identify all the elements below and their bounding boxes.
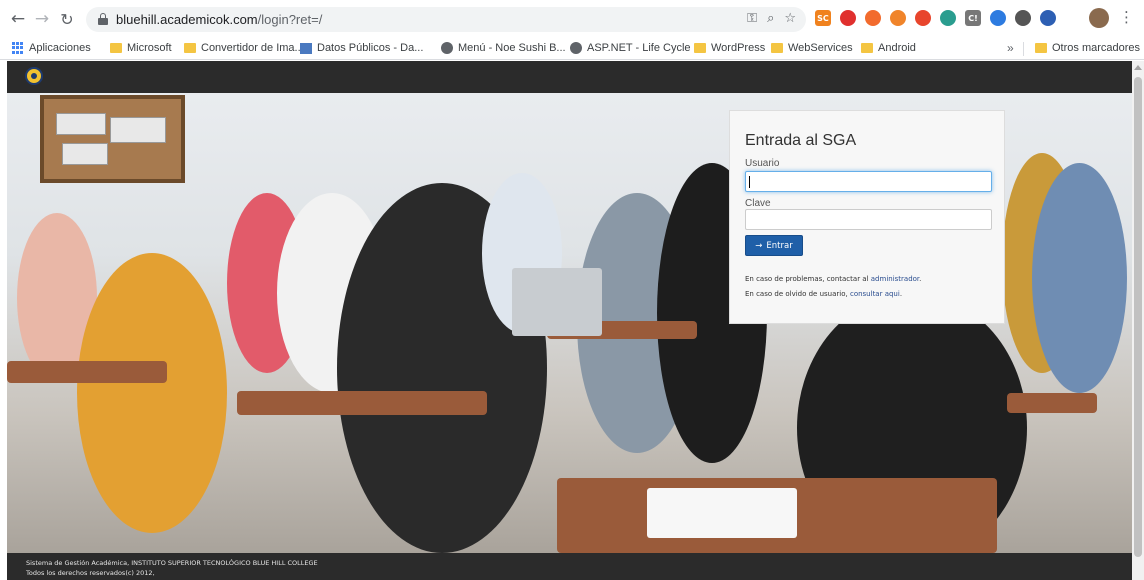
reload-icon[interactable]: ↻ <box>56 8 78 30</box>
forward-arrow-icon[interactable]: → <box>31 8 53 30</box>
extensions-row: SC C! <box>815 10 1056 26</box>
help-forgot-text: En caso de olvido de usuario, consultar … <box>745 290 902 298</box>
administrator-link[interactable]: administrador <box>871 275 919 283</box>
folder-icon <box>1035 43 1047 53</box>
page-scrollbar[interactable] <box>1132 61 1144 580</box>
help-forgot-suffix: . <box>899 290 903 298</box>
bookmark-label: Convertidor de Ima... <box>201 42 304 54</box>
navy-extension-icon[interactable] <box>1040 10 1056 26</box>
bookmarks-bar: Aplicaciones Microsoft Convertidor de Im… <box>0 38 1144 60</box>
profile-avatar[interactable] <box>1089 8 1109 28</box>
desk <box>7 361 167 383</box>
apps-grid-icon <box>12 42 24 54</box>
site-header <box>7 61 1132 93</box>
key-icon[interactable]: ⚿ <box>747 11 757 26</box>
bookmarks-separator <box>1023 42 1024 56</box>
url-path: /login?ret=/ <box>257 12 323 27</box>
site-footer: Sistema de Gestión Académica, INSTITUTO … <box>7 553 1132 580</box>
globe-icon <box>570 42 582 54</box>
bookmark-aspnet[interactable]: ASP.NET - Life Cycle <box>570 42 691 54</box>
blue-extension-icon[interactable] <box>990 10 1006 26</box>
footer-copyright: Todos los derechos reservados(c) 2012, <box>26 569 155 577</box>
help-contact-suffix: . <box>919 275 922 283</box>
arrow-right-icon: → <box>755 240 763 251</box>
address-bar[interactable]: bluehill.academicok.com/login?ret=/ ⚿ ⌕ … <box>86 7 806 32</box>
password-input[interactable] <box>745 209 992 230</box>
more-menu-icon[interactable]: ⋮ <box>1119 8 1134 26</box>
url-host: bluehill.academicok.com <box>116 12 258 27</box>
notebook <box>647 488 797 538</box>
scroll-up-arrow-icon[interactable] <box>1134 65 1142 70</box>
student-figure <box>77 253 227 533</box>
globe-icon <box>441 42 453 54</box>
gray-extension-icon[interactable] <box>1015 10 1031 26</box>
lock-icon[interactable] <box>98 13 108 25</box>
bookmark-menu-noe-sushi[interactable]: Menú - Noe Sushi B... <box>441 42 566 54</box>
board-photo <box>56 113 106 135</box>
bookmark-label: Microsoft <box>127 42 172 54</box>
bookmarks-overflow-chevron[interactable]: » <box>1007 41 1014 55</box>
cork-board <box>40 95 185 183</box>
bookmark-wordpress[interactable]: WordPress <box>694 42 765 54</box>
bookmark-label: Otros marcadores <box>1052 42 1141 54</box>
scroll-thumb[interactable] <box>1134 77 1142 557</box>
ci-extension-icon[interactable]: C! <box>965 10 981 26</box>
help-contact-prefix: En caso de problemas, contactar al <box>745 275 871 283</box>
folder-icon <box>184 43 196 53</box>
url-text[interactable]: bluehill.academicok.com/login?ret=/ <box>116 12 322 27</box>
footer-system-name: Sistema de Gestión Académica, INSTITUTO … <box>26 559 318 567</box>
board-photo <box>62 143 108 165</box>
bookmark-webservices[interactable]: WebServices <box>771 42 853 54</box>
bookmark-label: ASP.NET - Life Cycle <box>587 42 691 54</box>
redcircle-extension-icon[interactable] <box>915 10 931 26</box>
desk <box>237 391 487 415</box>
bookmark-otros-marcadores[interactable]: Otros marcadores <box>1035 42 1140 54</box>
login-submit-label: Entrar <box>766 240 793 251</box>
datos-publicos-icon <box>300 42 312 54</box>
bookmark-label: WordPress <box>711 42 766 54</box>
text-caret <box>749 176 750 188</box>
consult-here-link[interactable]: consultar aqui <box>850 290 900 298</box>
bookmark-microsoft[interactable]: Microsoft <box>110 42 172 54</box>
amber-extension-icon[interactable] <box>890 10 906 26</box>
orange-extension-icon[interactable] <box>865 10 881 26</box>
back-arrow-icon[interactable]: ← <box>7 8 29 30</box>
star-icon[interactable]: ☆ <box>784 11 796 26</box>
teal-extension-icon[interactable] <box>940 10 956 26</box>
laptop <box>512 268 602 336</box>
zoom-icon[interactable]: ⌕ <box>767 11 774 26</box>
college-logo[interactable] <box>25 67 43 85</box>
folder-icon <box>771 43 783 53</box>
folder-icon <box>861 43 873 53</box>
bookmark-label: Menú - Noe Sushi B... <box>458 42 566 54</box>
folder-icon <box>110 43 122 53</box>
bookmark-datos-publicos[interactable]: Datos Públicos - Da... <box>300 42 423 54</box>
login-submit-button[interactable]: → Entrar <box>745 235 803 256</box>
username-label: Usuario <box>745 158 780 169</box>
browser-toolbar: ← → ↻ bluehill.academicok.com/login?ret=… <box>0 0 1144 38</box>
help-contact-text: En caso de problemas, contactar al admin… <box>745 275 921 283</box>
help-forgot-prefix: En caso de olvido de usuario, <box>745 290 850 298</box>
bookmark-aplicaciones[interactable]: Aplicaciones <box>12 42 91 54</box>
password-label: Clave <box>745 198 771 209</box>
bookmark-label: Datos Públicos - Da... <box>317 42 424 54</box>
red-extension-icon[interactable] <box>840 10 856 26</box>
omnibox-actions: ⚿ ⌕ ☆ <box>747 11 796 26</box>
bookmark-label: Android <box>878 42 916 54</box>
folder-icon <box>694 43 706 53</box>
desk <box>1007 393 1097 413</box>
sc-extension-icon[interactable]: SC <box>815 10 831 26</box>
login-panel: Entrada al SGA Usuario Clave → Entrar En… <box>729 110 1005 324</box>
bookmark-android[interactable]: Android <box>861 42 916 54</box>
bookmark-convertidor[interactable]: Convertidor de Ima... <box>184 42 304 54</box>
board-photo <box>110 117 166 143</box>
login-title: Entrada al SGA <box>745 132 857 149</box>
bookmark-label: Aplicaciones <box>29 42 91 54</box>
username-input[interactable] <box>745 171 992 192</box>
bookmark-label: WebServices <box>788 42 853 54</box>
student-figure <box>1032 163 1127 393</box>
